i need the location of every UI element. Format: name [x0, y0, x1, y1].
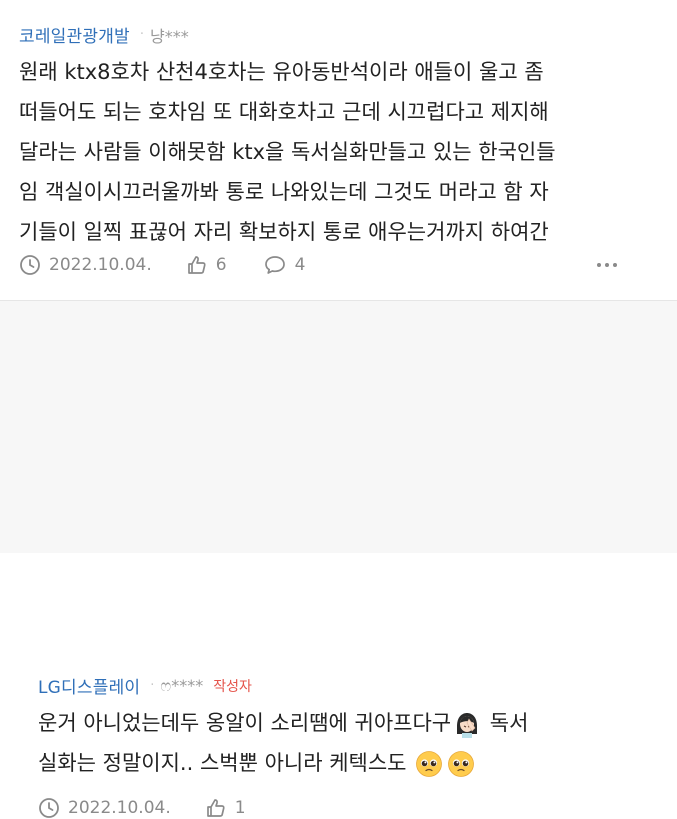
pleading-face-emoji [415, 750, 443, 778]
pleading-face-emoji [447, 750, 475, 778]
separator-dot: · [139, 27, 145, 42]
comment-reply-count: 4 [294, 255, 306, 275]
comment-like-button[interactable]: 6 [186, 254, 227, 276]
thumbs-up-icon [206, 799, 225, 817]
comment-line: 기들이 일찍 표끊어 자리 확보하지 통로 애우는거까지 하여간 [19, 220, 549, 244]
comment-date-text: 2022.10.04. [49, 255, 152, 275]
comment-like-count: 6 [215, 255, 227, 275]
thumbs-up-icon [187, 256, 206, 274]
comment-company[interactable]: 코레일관광개발 [19, 22, 130, 47]
writer-badge: 작성자 [213, 678, 252, 695]
clock-icon [20, 255, 40, 275]
reply-line: 운거 아니었는데두 옹알이 소리땜에 귀아프다구 독서 [38, 703, 658, 743]
clock-icon [39, 798, 59, 818]
reply-like-count: 1 [234, 798, 246, 818]
comment-line: 원래 ktx8호차 산천4호차는 유아동반석이라 애들이 울고 좀 [19, 60, 544, 84]
comment-line: 떠들어도 되는 호차임 또 대화호차고 근데 시끄럽다고 제지해 [19, 100, 549, 124]
reply-date-text: 2022.10.04. [68, 798, 171, 818]
woman-facepalm-emoji [453, 710, 481, 738]
comment-author-row: 코레일관광개발 · 냥*** [19, 22, 189, 48]
comment-body: 원래 ktx8호차 산천4호차는 유아동반석이라 애들이 울고 좀 떠들어도 되… [19, 52, 669, 252]
reply-meta-row: 2022.10.04. 1 [38, 797, 246, 819]
comment-line: 임 객실이시끄러울까봐 통로 나와있는데 그것도 머라고 함 자 [19, 180, 549, 204]
comment-date: 2022.10.04. [19, 254, 152, 276]
reply-author-row: LG디스플레이 · ෆ**** 작성자 [38, 673, 252, 699]
comment-meta-row: 2022.10.04. 6 4 [19, 254, 659, 276]
reply-nickname[interactable]: ෆ**** [160, 676, 203, 696]
reply-line2-text: 실화는 정말이지.. 스벅뿐 아니라 케텍스도 [38, 751, 407, 775]
separator-dot: · [150, 678, 155, 693]
more-dots-icon[interactable] [597, 263, 617, 267]
reply-card: LG디스플레이 · ෆ**** 작성자 운거 아니었는데두 옹알이 소리땜에 귀… [0, 301, 677, 818]
reply-line1-tail: 독서 [483, 711, 529, 735]
reply-company[interactable]: LG디스플레이 [38, 673, 140, 698]
speech-bubble-icon [264, 256, 285, 274]
comment-reply-button[interactable]: 4 [263, 254, 306, 276]
reply-line: 실화는 정말이지.. 스벅뿐 아니라 케텍스도 [38, 743, 658, 783]
comment-line: 달라는 사람들 이해못함 ktx을 독서실화만들고 있는 한국인들 [19, 140, 556, 164]
reply-line1-text: 운거 아니었는데두 옹알이 소리땜에 귀아프다구 [38, 711, 452, 735]
comment-card: 코레일관광개발 · 냥*** 원래 ktx8호차 산천4호차는 유아동반석이라 … [0, 0, 677, 301]
reply-date: 2022.10.04. [38, 797, 171, 819]
reply-body: 운거 아니었는데두 옹알이 소리땜에 귀아프다구 독서 실화는 정말이지.. 스… [38, 703, 658, 783]
reply-like-button[interactable]: 1 [205, 797, 246, 819]
comment-nickname[interactable]: 냥*** [150, 23, 189, 47]
